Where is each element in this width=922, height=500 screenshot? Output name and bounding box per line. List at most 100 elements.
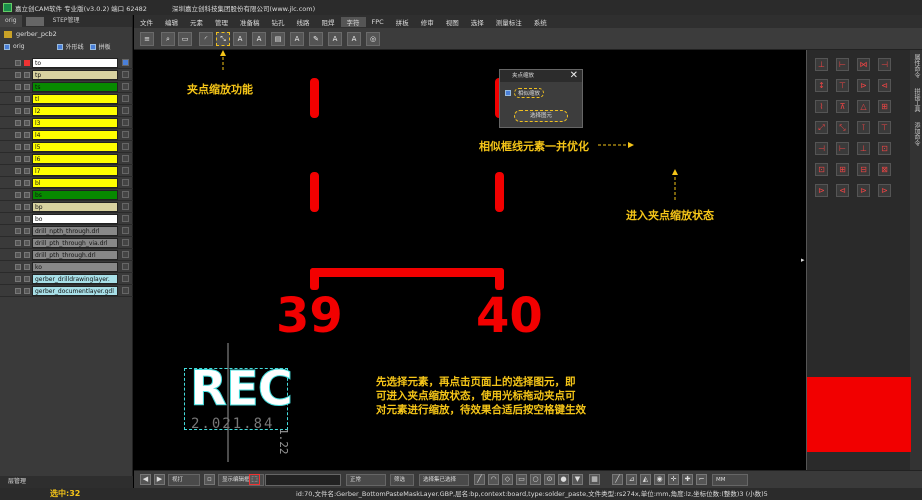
layer-name[interactable]: l5 (32, 141, 118, 152)
layer-visible-checkbox[interactable] (15, 155, 21, 162)
layer-name[interactable]: bo (32, 213, 118, 224)
pinch-zoom-icon[interactable]: ⤡ (216, 32, 230, 46)
layer-select-icon[interactable] (122, 95, 129, 102)
layer-edit-checkbox[interactable] (24, 107, 30, 114)
layer-select-icon[interactable] (122, 155, 129, 162)
layer-edit-checkbox[interactable] (24, 167, 30, 174)
layer-select-icon[interactable] (122, 191, 129, 198)
layer-name[interactable]: l6 (32, 153, 118, 164)
layer-row[interactable]: to (0, 57, 133, 69)
layer-select-icon[interactable] (122, 59, 129, 66)
frame-icon[interactable]: ▭ (178, 32, 192, 46)
layer-row[interactable]: gerber_drilldrawinglayer. ... (0, 273, 133, 293)
tab-step-manage[interactable]: STEP管理 (48, 15, 85, 27)
collapse-arrow-icon[interactable]: ▸ (801, 256, 805, 264)
cross-icon[interactable]: ✚ (682, 474, 693, 485)
panel-checkbox[interactable] (89, 43, 96, 50)
layer-select-icon[interactable] (122, 239, 129, 246)
align-tool-icon[interactable]: ↕ (815, 79, 828, 92)
layer-visible-checkbox[interactable] (15, 275, 21, 282)
align-tool-icon[interactable]: ⊤ (836, 79, 849, 92)
layer-edit-checkbox[interactable] (24, 59, 30, 66)
layer-row[interactable]: drill_pth_through.drl (0, 249, 133, 261)
layer-select-icon[interactable] (122, 83, 129, 90)
layer-row[interactable]: l4 (0, 129, 133, 141)
ruler-icon[interactable]: ⊿ (626, 474, 637, 485)
layer-visible-checkbox[interactable] (15, 203, 21, 210)
tool-arc-icon[interactable]: ◠ (488, 474, 499, 485)
layer-name[interactable]: bl (32, 177, 118, 188)
vtab-splice[interactable]: 拼接工具 (912, 88, 921, 112)
unit-select[interactable]: MM (712, 474, 748, 486)
tool-poly-icon[interactable]: ◇ (502, 474, 513, 485)
align-tool-icon[interactable]: ⤡ (836, 121, 849, 134)
target-icon[interactable]: ◎ (366, 32, 380, 46)
layer-visible-checkbox[interactable] (15, 119, 21, 126)
line-style-select[interactable]: 正常 (346, 474, 386, 486)
layer-edit-checkbox[interactable] (24, 275, 30, 282)
layer-name[interactable]: drill_pth_through_via.drl (32, 237, 118, 248)
layer-row[interactable]: l6 (0, 153, 133, 165)
align-tool-icon[interactable]: ⊥ (815, 58, 828, 71)
tab-orig[interactable]: orig (0, 15, 22, 27)
target-snap-icon[interactable]: ◉ (654, 474, 665, 485)
layer-edit-checkbox[interactable] (24, 287, 30, 294)
grid-icon[interactable]: ▦ (589, 474, 600, 485)
pad-bar-horizontal[interactable] (310, 268, 504, 277)
selection-frame-icon[interactable]: ⬚ (249, 474, 260, 485)
vtab-add[interactable]: 添加命令 (912, 122, 921, 146)
menu-item[interactable]: 测量标注 (490, 17, 528, 27)
zoom-icon[interactable]: ⌕ (161, 32, 175, 46)
pen-icon[interactable]: ✎ (309, 32, 323, 46)
text-align-icon[interactable]: ▤ (271, 32, 285, 46)
snap-icon[interactable]: ◭ (640, 474, 651, 485)
layer-name[interactable]: ko (32, 261, 118, 272)
corner-icon[interactable]: ⌐ (696, 474, 707, 485)
layer-name[interactable]: bp (32, 201, 118, 212)
align-tool-icon[interactable]: ⊲ (878, 79, 891, 92)
layer-visible-checkbox[interactable] (15, 71, 21, 78)
layer-select-icon[interactable] (122, 263, 129, 270)
menu-item[interactable]: 拼板 (390, 17, 415, 27)
layer-select-icon[interactable] (122, 251, 129, 258)
align-tool-icon[interactable]: ⊟ (857, 163, 870, 176)
layer-edit-checkbox[interactable] (24, 83, 30, 90)
prev-arrow-icon[interactable]: ◀ (140, 474, 151, 485)
align-tool-icon[interactable]: ⊣ (815, 142, 828, 155)
align-tool-icon[interactable]: ⤢ (815, 121, 828, 134)
layer-visible-checkbox[interactable] (15, 167, 21, 174)
silkscreen-number-39[interactable]: 39 (276, 288, 343, 344)
menu-item[interactable]: 视图 (440, 17, 465, 27)
layer-row[interactable]: ko (0, 261, 133, 273)
text-size-icon[interactable]: A (252, 32, 266, 46)
layer-visible-checkbox[interactable] (15, 215, 21, 222)
layer-visible-checkbox[interactable] (15, 227, 21, 234)
pad-bar[interactable] (310, 78, 319, 118)
tool-rect-icon[interactable]: ▭ (516, 474, 527, 485)
align-tool-icon[interactable]: ⊡ (815, 163, 828, 176)
align-tool-icon[interactable]: ⊞ (878, 100, 891, 113)
layer-row[interactable]: drill_pth_through_via.drl (0, 237, 133, 249)
mode-select[interactable]: 视打 (168, 474, 200, 486)
layer-row[interactable]: bl (0, 177, 133, 189)
layer-visible-checkbox[interactable] (15, 95, 21, 102)
align-tool-icon[interactable]: ⊤ (878, 121, 891, 134)
value-input[interactable] (265, 474, 341, 486)
tab-blank[interactable] (25, 16, 44, 26)
text-edit-icon[interactable]: A (328, 32, 342, 46)
layer-stack-icon[interactable]: ≡ (140, 32, 154, 46)
layer-visible-checkbox[interactable] (15, 263, 21, 270)
center-snap-icon[interactable]: ✛ (668, 474, 679, 485)
filter-button[interactable]: 筛选 (390, 474, 414, 486)
layer-row[interactable]: tp (0, 69, 133, 81)
layer-name[interactable]: drill_pth_through.drl (32, 249, 118, 260)
layer-name[interactable]: gerber_drilldrawinglayer. ... (32, 273, 118, 293)
layer-edit-checkbox[interactable] (24, 95, 30, 102)
select-element-button[interactable]: 选择图元 (514, 110, 568, 122)
layer-edit-checkbox[interactable] (24, 263, 30, 270)
close-icon[interactable]: ✕ (570, 70, 578, 81)
layer-edit-checkbox[interactable] (24, 155, 30, 162)
menu-item[interactable]: 编辑 (159, 17, 184, 27)
layer-edit-checkbox[interactable] (24, 227, 30, 234)
layer-row[interactable]: l2 (0, 105, 133, 117)
